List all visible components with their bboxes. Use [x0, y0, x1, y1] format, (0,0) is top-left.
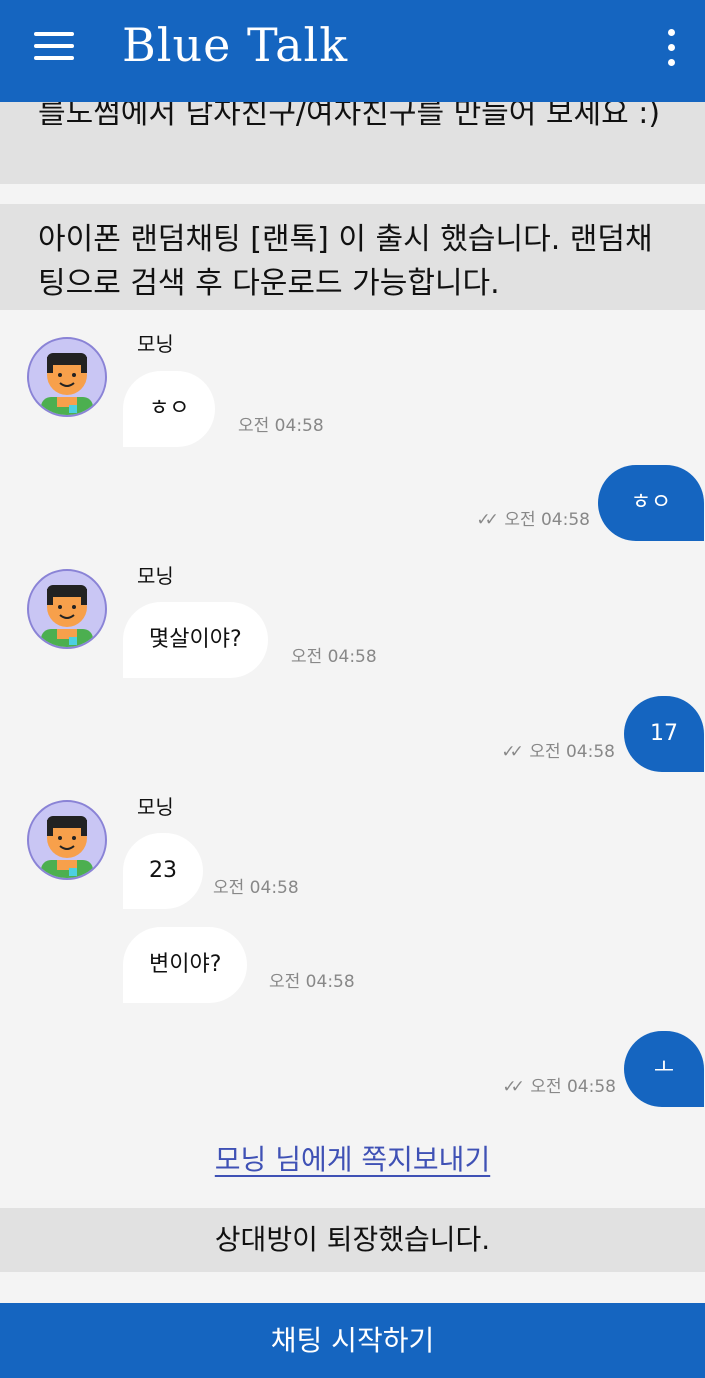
send-note-link[interactable]: 모닝 님에게 쪽지보내기: [215, 1143, 490, 1176]
message-bubble: 변이야?: [123, 927, 248, 1003]
message-time: 오전 04:58: [238, 416, 324, 436]
hamburger-menu-icon[interactable]: [34, 28, 76, 64]
message-bubble: 23: [123, 833, 203, 909]
message-time: 오전 04:58: [269, 972, 355, 992]
message-bubble: 몇살이야?: [123, 602, 268, 678]
sender-name: 모닝: [137, 564, 174, 588]
message-bubble: ㅗ: [624, 1031, 704, 1107]
read-receipt-icon: ✓✓: [476, 510, 498, 530]
sender-name: 모닝: [137, 795, 174, 819]
message-bubble: ㅎㅇ: [598, 465, 704, 541]
message-meta: ✓✓ 오전 04:58: [476, 505, 590, 530]
start-chat-button[interactable]: 채팅 시작하기: [0, 1303, 705, 1378]
message-meta: ✓✓ 오전 04:58: [501, 737, 615, 762]
sender-name: 모닝: [137, 332, 174, 356]
message-time: 오전 04:58: [529, 742, 615, 762]
read-receipt-icon: ✓✓: [501, 742, 523, 762]
partner-avatar[interactable]: [27, 569, 107, 649]
message-time: 오전 04:58: [213, 878, 299, 898]
more-options-icon[interactable]: [663, 28, 679, 68]
message-bubble: 17: [624, 696, 704, 772]
partner-left-notice: 상대방이 퇴장했습니다.: [0, 1208, 705, 1272]
partner-avatar[interactable]: [27, 337, 107, 417]
send-note-container: 모닝 님에게 쪽지보내기: [0, 1138, 705, 1178]
notice-banner: 아이폰 랜덤채팅 [랜톡] 이 출시 했습니다. 랜덤채팅으로 검색 후 다운로…: [0, 204, 705, 310]
app-bar: Blue Talk: [0, 0, 705, 102]
message-bubble: ㅎㅇ: [123, 371, 216, 447]
app-title: Blue Talk: [122, 18, 349, 72]
message-time: 오전 04:58: [291, 647, 377, 667]
message-time: 오전 04:58: [530, 1077, 616, 1097]
message-meta: ✓✓ 오전 04:58: [502, 1072, 616, 1097]
read-receipt-icon: ✓✓: [502, 1077, 524, 1097]
partner-avatar[interactable]: [27, 800, 107, 880]
message-time: 오전 04:58: [504, 510, 590, 530]
